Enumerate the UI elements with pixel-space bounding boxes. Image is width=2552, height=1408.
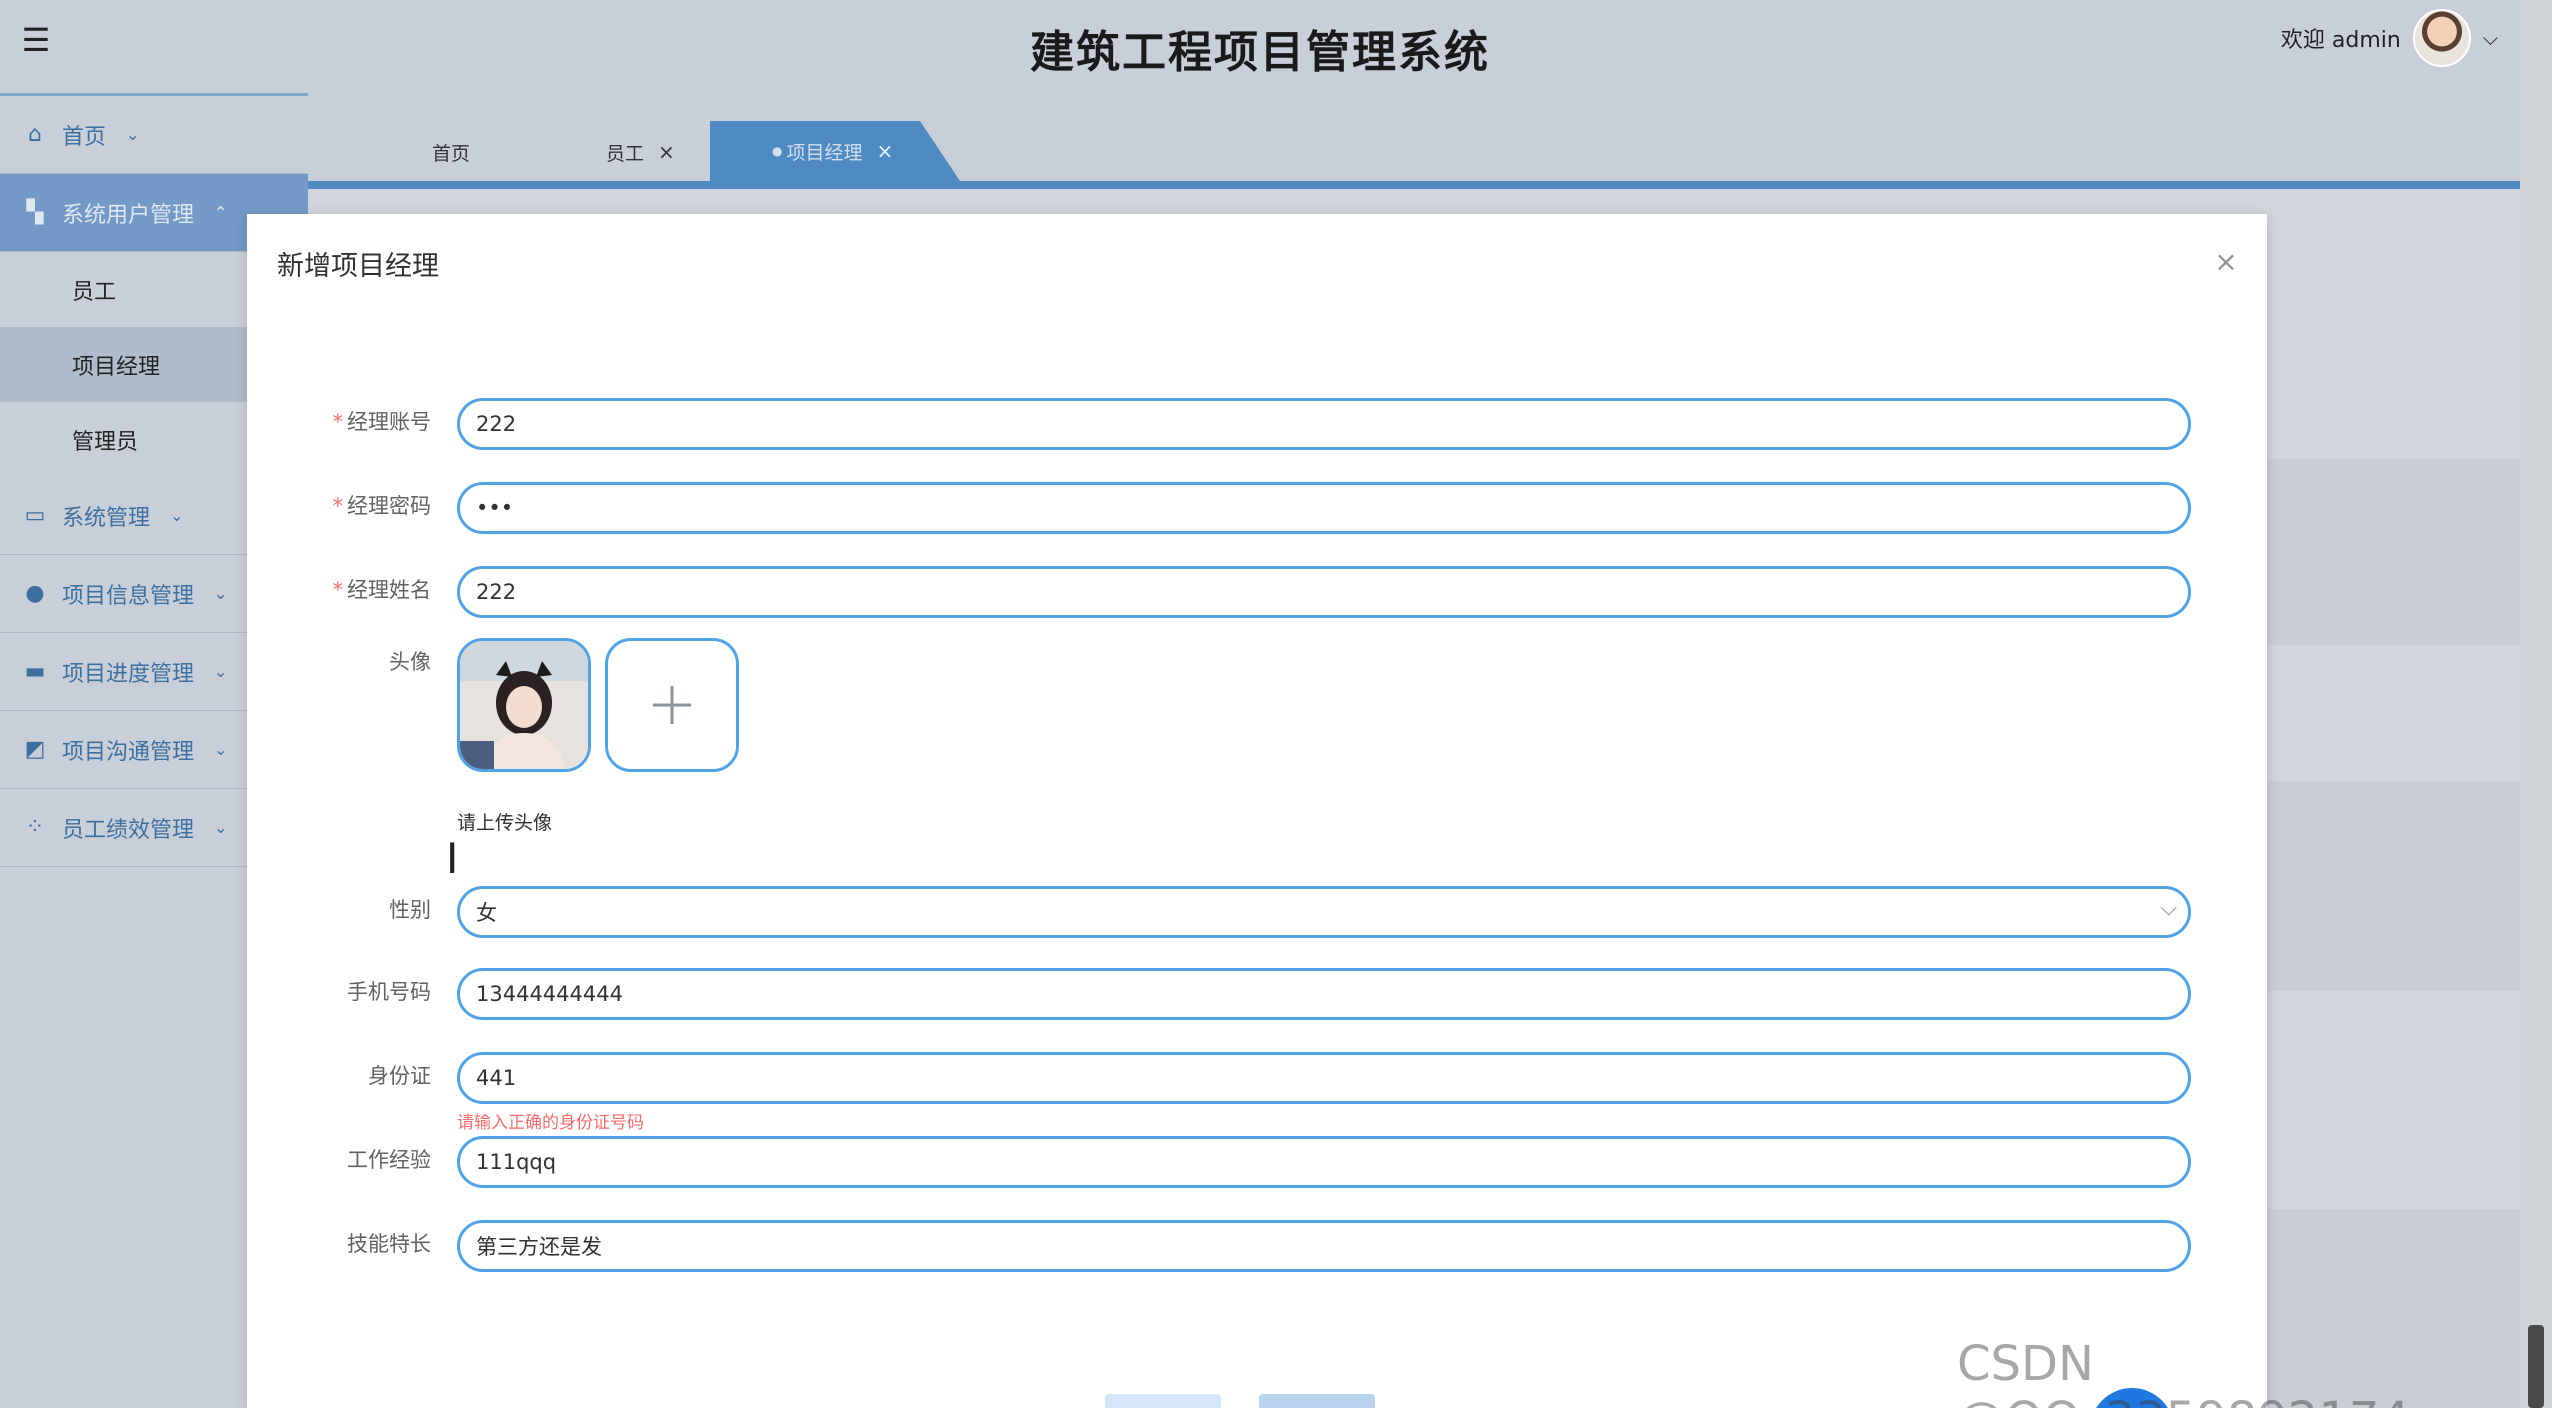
sidebar-item-home[interactable]: ⌂ 首页 ⌄: [0, 96, 308, 174]
label-text: 经理账号: [347, 410, 431, 434]
required-asterisk: *: [332, 494, 344, 518]
user-avatar[interactable]: [2412, 9, 2471, 67]
top-header: ☰ 建筑工程项目管理系统 欢迎 admin ⌵: [0, 0, 2520, 93]
dialog-title: 新增项目经理: [277, 251, 439, 282]
id-card-input[interactable]: [457, 1052, 2191, 1104]
tab-project-manager[interactable]: ● 项目经理 ×: [710, 121, 960, 181]
cancel-button[interactable]: [1105, 1394, 1221, 1408]
grid-icon: ⁘: [25, 815, 45, 840]
close-icon[interactable]: ×: [877, 139, 894, 163]
gender-select[interactable]: [457, 886, 2191, 938]
sidebar-item-label: 项目进度管理: [62, 661, 195, 687]
chevron-up-icon: ⌃: [214, 203, 228, 222]
name-input[interactable]: [457, 566, 2191, 618]
welcome-text: 欢迎 admin: [2280, 28, 2401, 53]
account-input[interactable]: [457, 398, 2191, 450]
text-cursor-icon: I: [446, 834, 459, 883]
chevron-down-icon: ⌄: [170, 506, 184, 525]
sidebar-item-label: 系统管理: [62, 505, 151, 531]
watermark: CSDN @QQ_3359892174: [1957, 1336, 2410, 1408]
tab-label: 员工: [606, 142, 645, 165]
avatar-photo-icon: [460, 641, 588, 769]
sidebar-item-label: 系统用户管理: [62, 202, 195, 228]
chevron-down-icon: ⌄: [214, 818, 228, 837]
dashboard-icon: ▚: [26, 200, 44, 225]
required-asterisk: *: [332, 410, 344, 434]
tab-staff[interactable]: 员工 ×: [606, 123, 675, 181]
chevron-down-icon: ⌄: [214, 662, 228, 681]
tab-label: 首页: [432, 142, 471, 165]
close-icon[interactable]: ×: [2211, 245, 2241, 278]
id-card-label: 身份证: [368, 1064, 431, 1088]
name-label: * 经理姓名: [247, 574, 432, 604]
tab-label: 项目经理: [786, 141, 863, 164]
chevron-down-icon[interactable]: ⌵: [2483, 26, 2498, 50]
sidebar-item-label: 员工绩效管理: [62, 817, 195, 843]
phone-input[interactable]: [457, 968, 2191, 1020]
chevron-down-icon: ⌄: [214, 584, 228, 603]
experience-label: 工作经验: [347, 1148, 431, 1172]
skills-input[interactable]: [457, 1220, 2191, 1272]
tab-bar: 首页 员工 × ● 项目经理 ×: [308, 93, 2520, 189]
experience-input[interactable]: [457, 1136, 2191, 1188]
phone-label: 手机号码: [347, 980, 431, 1004]
upload-hint: 请上传头像: [457, 812, 553, 834]
password-input[interactable]: [457, 482, 2191, 534]
chat-icon: ◩: [24, 737, 46, 762]
box-icon: ▬: [24, 659, 46, 684]
chevron-down-icon: ⌄: [214, 740, 228, 759]
active-dot-icon: ●: [772, 144, 783, 158]
page-scrollbar[interactable]: [2520, 0, 2552, 1408]
sidebar-item-label: 首页: [62, 124, 107, 150]
add-project-manager-dialog: 新增项目经理 × *经理账号 *经理密码 *经理姓名 头像: [247, 214, 2267, 1408]
avatar-upload-button[interactable]: [605, 638, 739, 772]
password-label: * 经理密码: [247, 490, 432, 520]
chevron-down-icon: ⌄: [126, 125, 140, 144]
gender-label: 性别: [389, 898, 431, 922]
skills-label: 技能特长: [347, 1232, 431, 1256]
compass-icon: ●: [25, 581, 45, 606]
avatar-label: 头像: [389, 650, 431, 674]
user-menu[interactable]: 欢迎 admin ⌵: [2281, 8, 2498, 68]
required-asterisk: *: [332, 578, 344, 602]
home-icon: ⌂: [28, 122, 42, 147]
close-icon[interactable]: ×: [658, 140, 675, 164]
sidebar-item-label: 项目信息管理: [62, 583, 195, 609]
label-text: 经理密码: [347, 494, 431, 518]
chevron-down-icon[interactable]: ⌵: [2160, 896, 2177, 921]
label-text: 经理姓名: [347, 578, 431, 602]
avatar-preview-image[interactable]: [457, 638, 591, 772]
account-label: * 经理账号: [247, 406, 432, 436]
submit-button[interactable]: [1259, 1394, 1375, 1408]
store-icon: ▭: [24, 503, 46, 528]
plus-icon: [653, 686, 691, 724]
id-card-error: 请输入正确的身份证号码: [457, 1113, 644, 1133]
sidebar-item-label: 项目沟通管理: [62, 739, 195, 765]
tab-home[interactable]: 首页: [432, 123, 470, 181]
app-title: 建筑工程项目管理系统: [1030, 27, 1490, 78]
